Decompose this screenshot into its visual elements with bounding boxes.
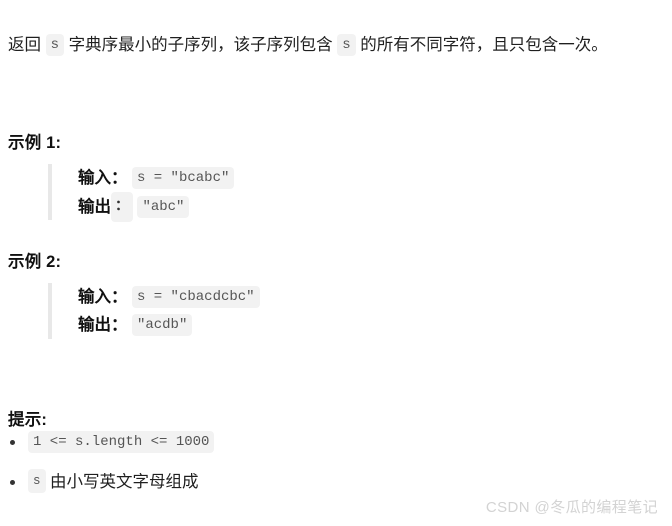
- intro-text-part1: 返回: [8, 35, 41, 54]
- csdn-watermark: CSDN @冬瓜的编程笔记: [485, 499, 658, 516]
- example-2-output-label: 输出: [78, 316, 111, 334]
- intro-paragraph: 返回 s 字典序最小的子序列，该子序列包含 s 的所有不同字符，且只包含一次。: [8, 31, 664, 59]
- intro-text-part2: 字典序最小的子序列，该子序列包含: [68, 35, 333, 54]
- hint-1-code: 1 <= s.length <= 1000: [28, 431, 215, 453]
- example-1-output-label: 输出: [78, 198, 111, 216]
- intro-text-part3: 的所有不同字符，且只包含一次。: [360, 35, 608, 54]
- example-1-output-colon: ：: [111, 192, 133, 222]
- example-1-input-label: 输入: [78, 169, 111, 187]
- example-2-output-code: "acdb": [131, 314, 193, 336]
- list-item: s 由小写英文字母组成: [8, 468, 214, 508]
- example-1-input-line: 输入： s = "bcabc": [78, 164, 235, 192]
- example-2-input-colon: ：: [111, 288, 128, 306]
- example-2-input-label: 输入: [78, 288, 111, 306]
- example-2-input-line: 输入： s = "cbacdcbc": [78, 283, 260, 311]
- example-1-block: 输入： s = "bcabc" 输出： "abc": [48, 164, 235, 222]
- hint-2-code: s: [28, 469, 46, 493]
- hints-list: 1 <= s.length <= 1000 s 由小写英文字母组成: [8, 428, 215, 508]
- example-1-output-line: 输出： "abc": [78, 192, 234, 222]
- hints-heading: 提示:: [8, 410, 48, 429]
- example-2-block: 输入： s = "cbacdcbc" 输出： "acdb": [48, 283, 260, 339]
- example-2-output-colon: ：: [111, 316, 128, 334]
- problem-description-page: 返回 s 字典序最小的子序列，该子序列包含 s 的所有不同字符，且只包含一次。 …: [0, 0, 672, 526]
- inline-code-s-2: s: [337, 33, 356, 56]
- example-2-input-code: s = "cbacdcbc": [131, 286, 260, 308]
- example-1-input-colon: ：: [111, 169, 128, 187]
- example-1-output-code: "abc": [137, 196, 190, 218]
- list-item: 1 <= s.length <= 1000: [8, 428, 215, 468]
- example-1-heading: 示例 1:: [8, 133, 62, 152]
- hint-2-text: 由小写英文字母组成: [49, 473, 199, 491]
- example-1-input-code: s = "bcabc": [131, 167, 235, 189]
- example-2-output-line: 输出： "acdb": [78, 311, 260, 339]
- inline-code-s-1: s: [45, 33, 64, 56]
- example-2-heading: 示例 2:: [8, 252, 62, 271]
